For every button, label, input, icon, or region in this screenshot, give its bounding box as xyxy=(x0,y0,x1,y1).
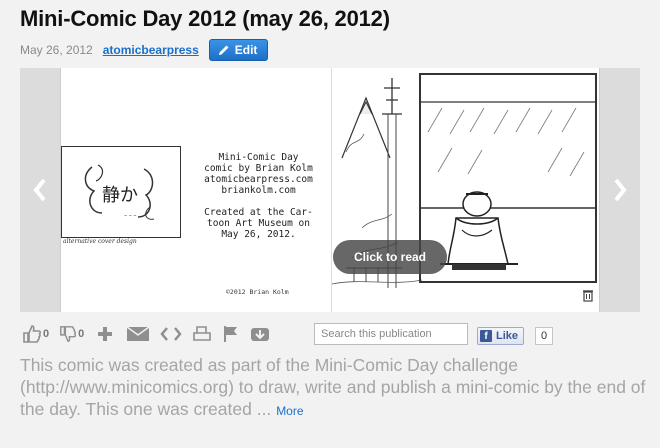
code-icon xyxy=(160,327,182,341)
cover-thumbnail: 静か ~ ~ ~ xyxy=(61,146,181,238)
like-button[interactable]: 0 xyxy=(22,324,49,344)
credits-line: briankolm.com xyxy=(221,185,296,196)
page-title: Mini-Comic Day 2012 (may 26, 2012) xyxy=(20,6,390,31)
thumbs-down-icon xyxy=(60,326,77,342)
envelope-icon xyxy=(126,326,150,341)
description-text: This comic was created as part of the Mi… xyxy=(20,355,646,419)
comic-spread[interactable]: 静か ~ ~ ~ alternative cover design Mini-C… xyxy=(60,68,600,312)
download-icon xyxy=(251,328,270,341)
facebook-like-count: 0 xyxy=(535,327,554,345)
click-to-read-button[interactable]: Click to read xyxy=(333,240,447,274)
credits-line: Created at the Car- xyxy=(204,207,313,218)
edit-button-label: Edit xyxy=(234,43,258,57)
chevron-right-icon xyxy=(614,178,627,202)
credits-line: toon Art Museum on xyxy=(207,218,310,229)
publication-description: This comic was created as part of the Mi… xyxy=(20,354,650,422)
search-publication-input[interactable] xyxy=(314,323,468,345)
flag-button[interactable] xyxy=(222,325,240,343)
publication-meta: May 26, 2012 atomicbearpress Edit xyxy=(20,38,269,62)
chevron-left-icon xyxy=(33,178,46,202)
cover-caption: alternative cover design xyxy=(63,238,137,245)
publish-date: May 26, 2012 xyxy=(20,43,93,57)
cover-title: 静か xyxy=(102,185,138,206)
facebook-icon: f xyxy=(480,330,492,342)
svg-text:~ ~ ~: ~ ~ ~ xyxy=(124,213,137,218)
trash-icon[interactable] xyxy=(581,288,595,302)
thumbs-up-icon xyxy=(23,325,41,343)
like-count: 0 xyxy=(43,328,50,340)
comic-credits: Mini-Comic Day comic by Brian Kolm atomi… xyxy=(201,152,316,240)
print-button[interactable] xyxy=(192,325,212,343)
facebook-like-button[interactable]: f Like xyxy=(477,327,525,345)
credits-line: May 26, 2012. xyxy=(221,229,296,240)
author-link[interactable]: atomicbearpress xyxy=(103,43,199,57)
comic-illustration xyxy=(331,73,597,288)
dislike-button[interactable]: 0 xyxy=(59,325,84,343)
email-button[interactable] xyxy=(126,325,150,343)
flag-icon xyxy=(224,326,238,342)
edit-button[interactable]: Edit xyxy=(208,39,269,61)
previous-page-button[interactable] xyxy=(20,68,60,312)
embed-button[interactable] xyxy=(160,325,182,343)
pencil-icon xyxy=(218,45,229,55)
print-icon xyxy=(193,326,212,341)
credits-line: atomicbearpress.com xyxy=(204,174,313,185)
comic-page-left: 静か ~ ~ ~ alternative cover design Mini-C… xyxy=(61,68,331,312)
credits-line: comic by Brian Kolm xyxy=(204,163,313,174)
comic-page-right xyxy=(331,68,601,312)
download-button[interactable] xyxy=(250,325,270,343)
publication-viewer: 静か ~ ~ ~ alternative cover design Mini-C… xyxy=(20,68,640,312)
credits-line: Mini-Comic Day xyxy=(218,152,299,163)
plus-icon xyxy=(98,327,113,341)
dislike-count: 0 xyxy=(78,328,85,340)
add-button[interactable] xyxy=(96,325,114,343)
next-page-button[interactable] xyxy=(600,68,640,312)
publication-toolbar: 0 0 xyxy=(22,322,270,346)
cover-illustration: 静か ~ ~ ~ xyxy=(84,164,155,220)
comic-copyright: ©2012 Brian Kolm xyxy=(226,288,289,296)
credits-line xyxy=(201,196,316,207)
facebook-like-label: Like xyxy=(496,330,519,342)
more-link[interactable]: More xyxy=(276,404,303,418)
